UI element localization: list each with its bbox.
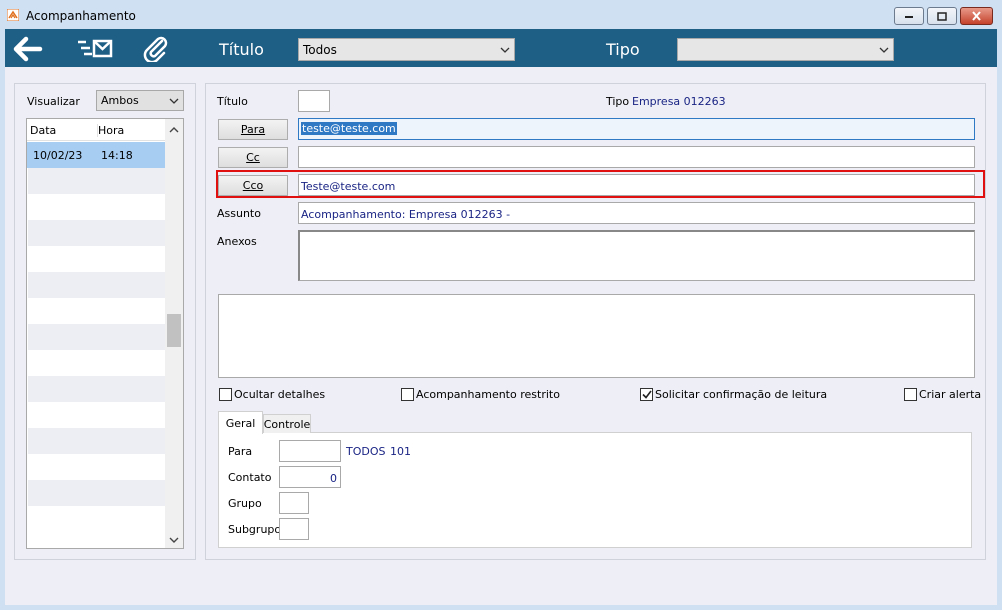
empty-row (28, 220, 165, 246)
checkbox-box (219, 388, 232, 401)
toolbar-tipo-select[interactable] (677, 38, 894, 61)
grupo-field[interactable] (279, 492, 309, 514)
tab-controle-label: Controle (263, 417, 311, 431)
scroll-up-button[interactable] (169, 123, 179, 136)
toolbar-titulo-label: Título (219, 40, 264, 59)
acompanhamento-restrito-label: Acompanhamento restrito (416, 388, 560, 401)
subgrupo-field[interactable] (279, 518, 309, 540)
row-hora: 14:18 (101, 149, 133, 162)
message-body[interactable] (218, 294, 975, 378)
chevron-down-icon (169, 537, 179, 543)
send-mail-button[interactable] (76, 38, 116, 63)
cc-field[interactable] (298, 146, 975, 168)
empty-row (28, 376, 165, 402)
history-header: Data Hora (27, 119, 165, 141)
empty-row (28, 480, 165, 506)
criar-alerta-checkbox[interactable]: Criar alerta (904, 388, 981, 401)
contato-label: Contato (228, 471, 272, 484)
toolbar-titulo-value: Todos (303, 42, 337, 57)
minimize-icon (905, 16, 913, 18)
geral-para-info-1: TODOS (346, 445, 386, 458)
subgrupo-label: Subgrupo (228, 523, 282, 536)
contato-field[interactable]: 0 (279, 466, 341, 488)
grupo-label: Grupo (228, 497, 262, 510)
attach-button[interactable] (142, 36, 170, 65)
visualizar-select[interactable]: Ambos (96, 90, 184, 111)
toolbar-titulo-select[interactable]: Todos (298, 38, 515, 61)
ocultar-detalhes-checkbox[interactable]: Ocultar detalhes (219, 388, 325, 401)
chevron-down-icon (500, 47, 510, 53)
minimize-button[interactable] (894, 7, 924, 25)
titulo-field[interactable] (298, 90, 330, 112)
geral-para-info-2: 101 (390, 445, 411, 458)
column-header-data: Data (30, 124, 57, 137)
scroll-down-button[interactable] (169, 534, 179, 547)
window-title: Acompanhamento (26, 9, 136, 23)
paperclip-icon (143, 36, 168, 64)
checkbox-box (640, 388, 653, 401)
cc-button-label: Cc (246, 151, 260, 164)
tipo-label: Tipo (606, 95, 630, 108)
empty-row (28, 272, 165, 298)
cc-button[interactable]: Cc (218, 147, 288, 168)
solicitar-confirmacao-label: Solicitar confirmação de leitura (655, 388, 828, 401)
checkbox-box (401, 388, 414, 401)
tipo-value: Empresa 012263 (632, 95, 726, 108)
chevron-down-icon (879, 47, 889, 53)
maximize-button[interactable] (927, 7, 957, 25)
anexos-label: Anexos (217, 235, 257, 248)
scrollbar-thumb[interactable] (167, 314, 181, 347)
contato-value: 0 (330, 472, 337, 485)
visualizar-value: Ambos (101, 94, 139, 107)
tab-geral-label: Geral (225, 416, 256, 430)
toolbar-tipo-label: Tipo (606, 40, 640, 59)
para-button[interactable]: Para (218, 119, 288, 140)
chevron-down-icon (169, 98, 179, 104)
tab-geral[interactable]: Geral (218, 411, 263, 434)
column-header-hora: Hora (97, 124, 125, 137)
close-button[interactable] (960, 7, 993, 25)
titulo-label: Título (217, 95, 248, 108)
tab-controle[interactable]: Controle (263, 414, 311, 433)
restore-icon (937, 11, 947, 21)
close-icon (972, 11, 981, 21)
back-button[interactable] (13, 36, 43, 65)
para-value: teste@teste.com (301, 122, 397, 135)
criar-alerta-label: Criar alerta (919, 388, 982, 401)
chevron-up-icon (169, 127, 179, 133)
visualizar-label: Visualizar (27, 95, 80, 108)
row-data: 10/02/23 (33, 149, 83, 162)
title-bar (0, 0, 1002, 28)
table-row[interactable]: 10/02/23 14:18 (27, 142, 165, 168)
list-mail-icon (78, 39, 113, 58)
empty-row (28, 168, 165, 194)
assunto-value: Acompanhamento: Empresa 012263 - (301, 208, 511, 221)
geral-para-field[interactable] (279, 440, 341, 462)
highlight-box (216, 170, 985, 198)
para-button-label: Para (240, 123, 266, 136)
para-field[interactable]: teste@teste.com (298, 118, 975, 140)
assunto-label: Assunto (217, 207, 261, 220)
checkbox-box (904, 388, 917, 401)
ocultar-detalhes-label: Ocultar detalhes (234, 388, 326, 401)
checkmark-icon (641, 390, 652, 399)
empty-row (28, 324, 165, 350)
solicitar-confirmacao-checkbox[interactable]: Solicitar confirmação de leitura (640, 388, 827, 401)
empty-row (28, 428, 165, 454)
arrow-left-icon (13, 36, 43, 62)
app-icon (6, 8, 20, 22)
geral-para-label: Para (228, 445, 253, 458)
acompanhamento-restrito-checkbox[interactable]: Acompanhamento restrito (401, 388, 560, 401)
assunto-field[interactable]: Acompanhamento: Empresa 012263 - (298, 202, 975, 224)
anexos-field[interactable] (298, 230, 975, 281)
